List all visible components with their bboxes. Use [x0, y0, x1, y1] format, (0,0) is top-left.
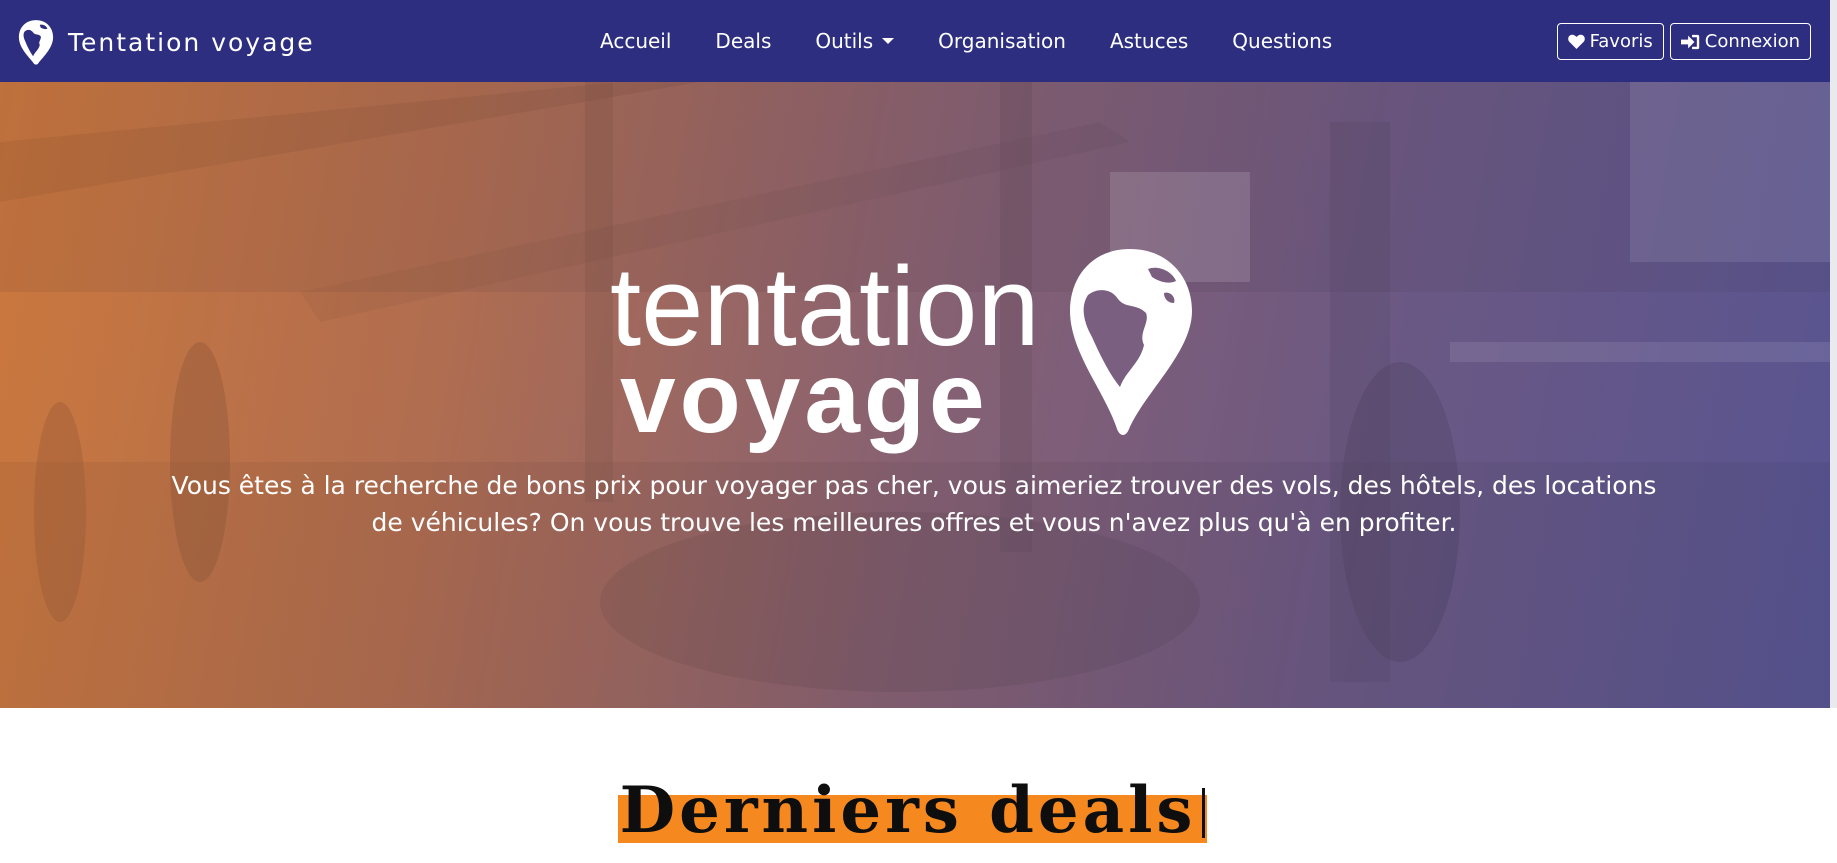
- logo-word-voyage: voyage: [620, 342, 989, 454]
- page-edge: [1830, 0, 1837, 708]
- typing-cursor: [1202, 788, 1206, 838]
- favorites-button[interactable]: Favoris: [1556, 23, 1664, 60]
- main-nav: Accueil Deals Outils Organisation Astuce…: [578, 0, 1354, 82]
- hero-banner: tentation voyage Vous êtes à la recherch…: [0, 82, 1830, 708]
- hero-tagline-line-1: Vous êtes à la recherche de bons prix po…: [171, 471, 1657, 500]
- nav-actions: Favoris Connexion: [1556, 23, 1811, 60]
- favorites-label: Favoris: [1589, 31, 1653, 52]
- nav-dropdown-outils[interactable]: Outils: [793, 29, 916, 53]
- brand-name: Tentation voyage: [68, 27, 315, 57]
- nav-dropdown-outils-label: Outils: [815, 29, 874, 53]
- nav-link-organisation[interactable]: Organisation: [916, 29, 1088, 53]
- sign-in-icon: [1680, 34, 1699, 49]
- hero-tagline-line-2: de véhicules? On vous trouve les meilleu…: [371, 508, 1457, 537]
- nav-link-deals[interactable]: Deals: [693, 29, 793, 53]
- globe-pin-icon: [1070, 249, 1192, 435]
- login-button[interactable]: Connexion: [1669, 23, 1811, 60]
- chevron-down-icon: [882, 38, 895, 44]
- deals-heading-text: Derniers deals: [619, 773, 1197, 848]
- top-navbar: Tentation voyage Accueil Deals Outils Or…: [0, 0, 1830, 82]
- brand-link[interactable]: Tentation voyage: [17, 18, 315, 66]
- globe-pin-icon: [18, 20, 54, 65]
- login-label: Connexion: [1704, 31, 1800, 52]
- hero-tagline: Vous êtes à la recherche de bons prix po…: [150, 467, 1678, 541]
- nav-link-questions[interactable]: Questions: [1210, 29, 1354, 53]
- nav-link-astuces[interactable]: Astuces: [1088, 29, 1210, 53]
- deals-heading: Derniers deals: [620, 777, 1206, 845]
- heart-icon: [1567, 34, 1585, 49]
- nav-link-accueil[interactable]: Accueil: [578, 29, 693, 53]
- deals-heading-block: Derniers deals: [618, 777, 1207, 845]
- tentation-voyage-logo: tentation voyage: [610, 247, 1192, 454]
